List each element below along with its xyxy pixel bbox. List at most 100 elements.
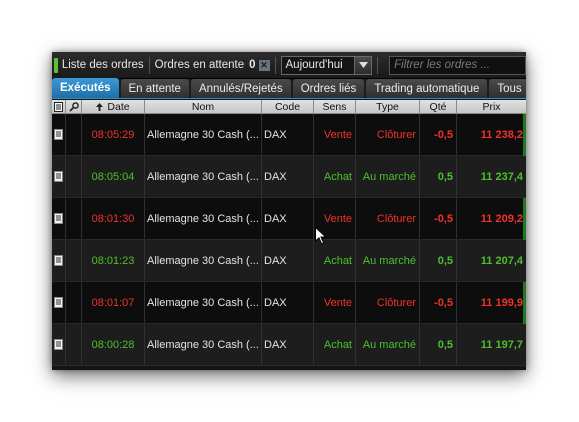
order-status-tabs: Exécutés En attente Annulés/Rejetés Ordr… [52,78,526,99]
wrench-icon[interactable] [65,100,81,114]
period-select-value: Aujourd'hui [285,59,343,71]
column-header-price[interactable]: Prix [456,100,526,114]
order-qty: -0,5 [419,198,456,239]
table-row[interactable]: 08:01:07 Allemagne 30 Cash (... DAX Vente Cl… [52,282,526,324]
order-price: 11 238,2 [456,114,526,155]
order-time: 08:01:23 [81,240,144,281]
order-price: 11 237,4 [456,156,526,197]
order-tools-cell [65,198,81,239]
tab-linked-orders[interactable]: Ordres liés [292,79,365,98]
column-header-date-label: Date [107,101,130,113]
order-filter-input[interactable]: Filtrer les ordres ... [389,55,526,75]
table-row[interactable]: 08:01:23 Allemagne 30 Cash (... DAX Achat Au… [52,240,526,282]
clear-pending-icon[interactable]: ✕ [258,59,270,71]
chevron-down-icon[interactable] [354,56,372,74]
order-qty: 0,5 [419,324,456,365]
column-header-qty[interactable]: Qté [419,100,456,114]
order-code: DAX [261,114,313,155]
order-filter-placeholder: Filtrer les ordres ... [394,59,490,71]
details-column-icon[interactable] [52,100,65,114]
order-instrument-name: Allemagne 30 Cash (... [144,324,261,365]
table-row[interactable]: 08:01:30 Allemagne 30 Cash (... DAX Vente Cl… [52,198,526,240]
order-instrument-name: Allemagne 30 Cash (... [144,198,261,239]
column-header-name[interactable]: Nom [144,100,261,114]
order-qty: 0,5 [419,240,456,281]
orders-toolbar: Liste des ordres Ordres en attente 0 ✕ A… [52,52,526,79]
row-edge-indicator [523,198,526,240]
order-price: 11 209,2 [456,198,526,239]
column-header-code-label: Code [274,101,301,113]
order-code: DAX [261,240,313,281]
order-details-icon[interactable] [52,324,65,365]
tab-pending[interactable]: En attente [120,79,189,98]
order-details-icon[interactable] [52,114,65,155]
order-tools-cell [65,114,81,155]
toolbar-divider [274,56,276,74]
orders-table-body: 08:05:29 Allemagne 30 Cash (... DAX Vente Cl… [52,114,526,366]
order-side: Vente [313,282,355,323]
order-details-icon[interactable] [52,282,65,323]
order-time: 08:05:04 [81,156,144,197]
order-time: 08:01:30 [81,198,144,239]
order-list-button[interactable]: Liste des ordres [62,52,144,78]
order-price: 11 197,7 [456,324,526,365]
order-instrument-name: Allemagne 30 Cash (... [144,240,261,281]
order-type: Clôturer [355,198,419,239]
order-tools-cell [65,324,81,365]
order-side: Achat [313,324,355,365]
order-details-icon[interactable] [52,198,65,239]
row-edge-indicator [523,282,526,324]
order-type: Clôturer [355,114,419,155]
table-row[interactable]: 08:00:28 Allemagne 30 Cash (... DAX Achat Au… [52,324,526,366]
order-type: Au marché [355,156,419,197]
column-header-side[interactable]: Sens [313,100,355,114]
period-select[interactable]: Aujourd'hui [280,55,373,75]
order-side: Achat [313,240,355,281]
column-header-date[interactable]: Date [81,100,144,114]
row-edge-indicator [523,114,526,156]
column-header-code[interactable]: Code [261,100,313,114]
column-header-side-label: Sens [322,101,347,113]
pending-orders-count: 0 [249,59,256,71]
order-time: 08:05:29 [81,114,144,155]
tab-auto-trading[interactable]: Trading automatique [366,79,488,98]
order-code: DAX [261,324,313,365]
tab-executed[interactable]: Exécutés [52,78,119,98]
table-row[interactable]: 08:05:29 Allemagne 30 Cash (... DAX Vente Cl… [52,114,526,156]
order-tools-cell [65,156,81,197]
pending-orders-button[interactable]: Ordres en attente 0 ✕ [155,52,270,78]
toolbar-divider [148,56,150,74]
order-price: 11 199,9 [456,282,526,323]
table-row[interactable]: 08:05:04 Allemagne 30 Cash (... DAX Achat Au… [52,156,526,198]
order-instrument-name: Allemagne 30 Cash (... [144,282,261,323]
order-details-icon[interactable] [52,156,65,197]
order-type: Au marché [355,240,419,281]
column-header-price-label: Prix [482,101,501,113]
order-type: Clôturer [355,282,419,323]
table-header: Date Nom Code Sens Type Qté Prix [52,100,526,114]
order-side: Vente [313,114,355,155]
order-type: Au marché [355,324,419,365]
order-instrument-name: Allemagne 30 Cash (... [144,156,261,197]
tab-cancelled-rejected[interactable]: Annulés/Rejetés [190,79,291,98]
order-code: DAX [261,156,313,197]
order-qty: -0,5 [419,282,456,323]
order-instrument-name: Allemagne 30 Cash (... [144,114,261,155]
order-price: 11 207,4 [456,240,526,281]
panel-grip-icon[interactable] [54,57,58,73]
order-details-icon[interactable] [52,240,65,281]
order-time: 08:01:07 [81,282,144,323]
column-header-type-label: Type [376,101,399,113]
order-qty: 0,5 [419,156,456,197]
order-tools-cell [65,282,81,323]
order-list-label: Liste des ordres [61,59,144,71]
orders-window: Liste des ordres Ordres en attente 0 ✕ A… [52,52,526,370]
pending-orders-label: Ordres en attente [154,59,245,71]
tab-all[interactable]: Tous [489,79,526,98]
order-qty: -0,5 [419,114,456,155]
order-side: Achat [313,156,355,197]
order-time: 08:00:28 [81,324,144,365]
mouse-cursor-icon [315,227,327,245]
column-header-type[interactable]: Type [355,100,419,114]
toolbar-divider [377,56,379,74]
